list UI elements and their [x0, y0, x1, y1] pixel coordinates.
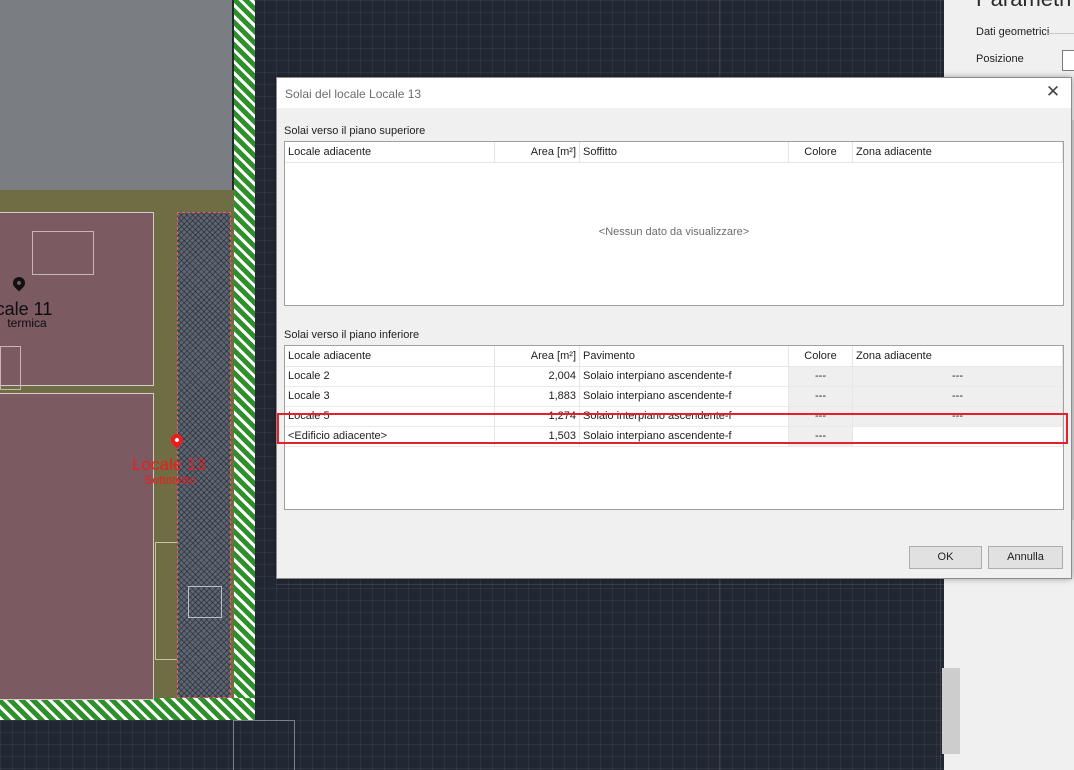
- panel-title: Parametri l: [976, 0, 1074, 12]
- column-header[interactable]: Zona adiacente: [853, 142, 1063, 162]
- cell-area[interactable]: 2,004: [495, 367, 580, 386]
- column-header[interactable]: Zona adiacente: [853, 346, 1063, 366]
- cad-block: [155, 542, 179, 660]
- table-header: Locale adiacente Area [m²] Pavimento Col…: [285, 346, 1063, 367]
- cell-area[interactable]: 1,274: [495, 407, 580, 426]
- column-header[interactable]: Area [m²]: [495, 346, 580, 366]
- cell-area[interactable]: 1,883: [495, 387, 580, 406]
- wall-right[interactable]: [234, 0, 255, 720]
- cell-pavimento[interactable]: Solaio interpiano ascendente-f: [580, 407, 789, 426]
- cell-locale[interactable]: Locale 3: [285, 387, 495, 406]
- panel-section-title: Dati geometrici: [976, 26, 1050, 38]
- close-icon[interactable]: ✕: [1043, 82, 1063, 102]
- cancel-button[interactable]: Annulla: [988, 546, 1063, 569]
- grey-room[interactable]: [0, 0, 232, 190]
- cell-area[interactable]: 1,503: [495, 427, 580, 446]
- lower-floors-grid[interactable]: Locale adiacente Area [m²] Pavimento Col…: [284, 345, 1064, 510]
- lower-floors-label: Solai verso il piano inferiore: [284, 329, 420, 341]
- table-row[interactable]: Locale 5 1,274 Solaio interpiano ascende…: [285, 407, 1063, 427]
- divider: [1046, 33, 1074, 34]
- cell-pavimento[interactable]: Solaio interpiano ascendente-f: [580, 387, 789, 406]
- cad-axis-line: [276, 584, 944, 585]
- cell-colore[interactable]: ---: [789, 427, 853, 446]
- cad-block: [233, 720, 295, 770]
- ok-button[interactable]: OK: [909, 546, 982, 569]
- cell-locale[interactable]: Locale 5: [285, 407, 495, 426]
- cell-zona[interactable]: ---: [853, 407, 1063, 426]
- scrollbar[interactable]: [942, 668, 960, 754]
- upper-floors-grid[interactable]: Locale adiacente Area [m²] Soffitto Colo…: [284, 141, 1064, 306]
- position-field[interactable]: [1062, 50, 1074, 71]
- column-header[interactable]: Soffitto: [580, 142, 789, 162]
- empty-message: <Nessun dato da visualizzare>: [598, 226, 750, 238]
- cell-zona[interactable]: ---: [853, 387, 1063, 406]
- column-header[interactable]: Pavimento: [580, 346, 789, 366]
- cell-zona[interactable]: ---: [853, 367, 1063, 386]
- column-header[interactable]: Colore: [789, 346, 853, 366]
- cad-block: [188, 586, 222, 618]
- cell-colore[interactable]: ---: [789, 367, 853, 386]
- cell-pavimento[interactable]: Solaio interpiano ascendente-f: [580, 367, 789, 386]
- cell-locale[interactable]: <Edificio adiacente>: [285, 427, 495, 446]
- cell-colore[interactable]: ---: [789, 387, 853, 406]
- dialog-titlebar[interactable]: Solai del locale Locale 13 ✕: [277, 78, 1071, 108]
- cell-locale[interactable]: Locale 2: [285, 367, 495, 386]
- upper-floors-label: Solai verso il piano superiore: [284, 125, 426, 137]
- cad-block: [0, 346, 21, 390]
- cell-pavimento[interactable]: Solaio interpiano ascendente-f: [580, 427, 789, 446]
- cell-zona[interactable]: [853, 427, 1063, 446]
- cell-colore[interactable]: ---: [789, 407, 853, 426]
- table-row[interactable]: Locale 2 2,004 Solaio interpiano ascende…: [285, 367, 1063, 387]
- column-header[interactable]: Colore: [789, 142, 853, 162]
- locale-11-type: termica: [7, 316, 47, 330]
- floors-dialog: Solai del locale Locale 13 ✕ Solai verso…: [276, 77, 1072, 579]
- column-header[interactable]: Area [m²]: [495, 142, 580, 162]
- table-header: Locale adiacente Area [m²] Soffitto Colo…: [285, 142, 1063, 163]
- column-header[interactable]: Locale adiacente: [285, 346, 495, 366]
- position-label: Posizione: [976, 53, 1024, 65]
- cad-block: [32, 231, 94, 275]
- column-header[interactable]: Locale adiacente: [285, 142, 495, 162]
- table-row[interactable]: <Edificio adiacente> 1,503 Solaio interp…: [285, 427, 1063, 447]
- locale-13-type: Sottotetto: [144, 473, 196, 487]
- wall-bottom[interactable]: [0, 698, 255, 720]
- room-lower-left[interactable]: [0, 393, 154, 700]
- locale-13-name: Locale 13: [132, 455, 206, 474]
- table-row[interactable]: Locale 3 1,883 Solaio interpiano ascende…: [285, 387, 1063, 407]
- dialog-title: Solai del locale Locale 13: [285, 87, 422, 101]
